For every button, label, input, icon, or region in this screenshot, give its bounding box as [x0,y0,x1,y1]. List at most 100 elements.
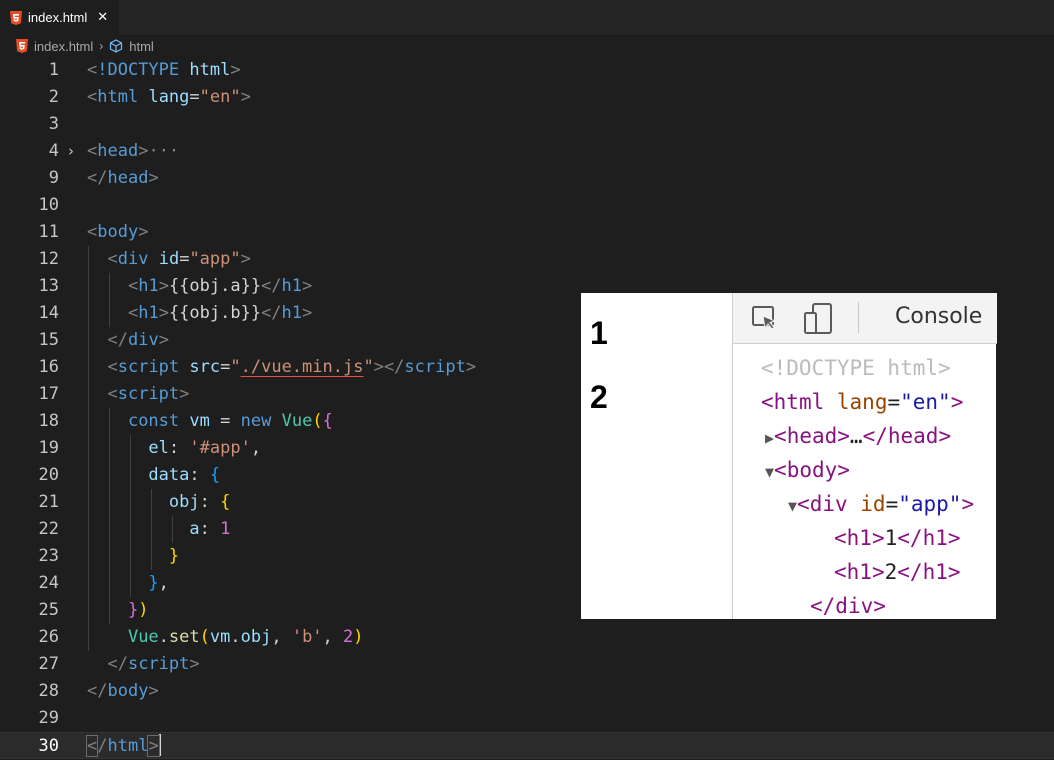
code-line: 9 </head> [0,165,1054,192]
attr-name: src [189,357,221,377]
tag-name: script [127,654,190,674]
dom-node-div-close[interactable]: </div> [810,589,886,623]
tag-name: div [127,330,159,350]
dom-node-body[interactable]: ▼<body> [765,453,850,489]
tag-name: script [404,357,466,377]
src-path-link[interactable]: ./vue.min.js [241,357,364,377]
rendered-h1: 1 [590,315,608,351]
dom-doctype[interactable]: <!DOCTYPE html> [761,351,951,385]
dom-node-h1[interactable]: <h1>1</h1> [834,521,961,555]
line-number: 1 [48,60,59,80]
line-number: 16 [38,357,59,377]
line-number: 11 [38,222,59,242]
html5-file-icon [10,10,22,25]
tag-name: h1 [138,303,159,323]
dom-tag: h1 [922,526,948,550]
breadcrumb-symbol[interactable]: html [129,39,154,54]
device-toolbar-icon[interactable] [803,303,835,335]
code-line: 26 Vue.set(vm.obj, 'b', 2) [0,624,1054,651]
line-number: 19 [38,438,59,458]
tag-name: head [97,141,139,161]
code-text: <h1>{{obj.a}}</h1> [127,276,313,296]
html5-file-icon [16,39,28,53]
fold-chevron-icon[interactable]: › [68,138,74,165]
collapse-triangle-icon[interactable]: ▼ [788,497,797,515]
line-number: 3 [48,114,59,134]
code-text: a: 1 [189,519,231,539]
line-number: 26 [38,627,59,647]
code-text: el: '#app', [148,438,262,458]
rendered-page: 1 2 [581,293,732,619]
line-number: 29 [38,708,59,728]
collapse-triangle-icon[interactable]: ▼ [765,463,774,481]
dom-node-html[interactable]: <html lang="en"> [761,385,963,419]
line-number: 12 [38,249,59,269]
tag-name: script [117,357,180,377]
code-text: data: { [148,465,221,485]
property: data [148,465,190,485]
code-line: 11 <body> [0,219,1054,246]
dom-tag: head [887,424,939,448]
line-number: 17 [38,384,59,404]
property: el [148,438,169,458]
code-line: 27 </script> [0,651,1054,678]
code-text: <head>··· [87,141,180,161]
line-number: 4 [48,141,59,161]
code-text: </body> [87,681,159,701]
line-number: 25 [38,600,59,620]
tab-index-html[interactable]: index.html ✕ [0,0,119,35]
code-text: <h1>{{obj.b}}</h1> [127,303,313,323]
folded-ellipsis[interactable]: ··· [148,141,179,161]
breadcrumb-file[interactable]: index.html [34,39,93,54]
keyword: new [240,411,272,431]
dom-attr-value: "app" [898,492,962,516]
code-text: obj: { [168,492,231,512]
property: a [189,519,200,539]
toolbar-divider [858,302,859,333]
close-icon[interactable]: ✕ [97,10,108,25]
line-number: 24 [38,573,59,593]
dom-tag: h1 [922,560,948,584]
code-text: } [168,546,180,566]
line-number: 14 [38,303,59,323]
dom-attr: lang [836,390,888,414]
browser-preview: 1 2 Console <!DOCTYPE html> <html lang="… [581,293,997,619]
keyword: const [127,411,180,431]
dom-node-head[interactable]: ▶<head>…</head> [765,419,951,455]
element-picker-icon[interactable] [751,303,781,333]
devtools-panel: Console <!DOCTYPE html> <html lang="en">… [732,293,997,619]
dom-tag: h1 [846,560,872,584]
identifier: vm [189,411,210,431]
dom-node-h1[interactable]: <h1>2</h1> [834,555,961,589]
code-text: }, [148,573,169,593]
tab-console[interactable]: Console [895,304,982,329]
code-line: 1 <!DOCTYPE html> [0,57,1054,84]
line-number: 23 [38,546,59,566]
line-number: 22 [38,519,59,539]
attr-value: "app" [189,249,241,269]
operator: = [220,411,231,431]
editor-tab-bar: index.html ✕ [0,0,1054,35]
tag-name: body [107,681,149,701]
code-text: </div> [107,330,169,350]
tag-name: body [97,222,139,242]
doctype-keyword: !DOCTYPE [97,60,180,80]
chevron-right-icon: › [99,39,104,53]
rendered-h1: 2 [590,379,608,415]
code-line: 10 [0,192,1054,219]
tag-name: h1 [281,303,303,323]
dom-collapsed-ellipsis: … [849,424,863,448]
tag-name: html [97,87,139,107]
code-line: 28 </body> [0,678,1054,705]
code-text: Vue.set(vm.obj, 'b', 2) [127,627,364,647]
class-name: Vue [127,627,159,647]
dom-node-div[interactable]: ▼<div id="app"> [788,487,974,523]
tag-name: h1 [138,276,159,296]
line-number: 18 [38,411,59,431]
line-number: 15 [38,330,59,350]
line-number: 20 [38,465,59,485]
expand-triangle-icon[interactable]: ▶ [765,429,774,447]
code-text: }) [127,600,149,620]
dom-text: 2 [884,560,898,584]
dom-tag: div [809,492,848,516]
